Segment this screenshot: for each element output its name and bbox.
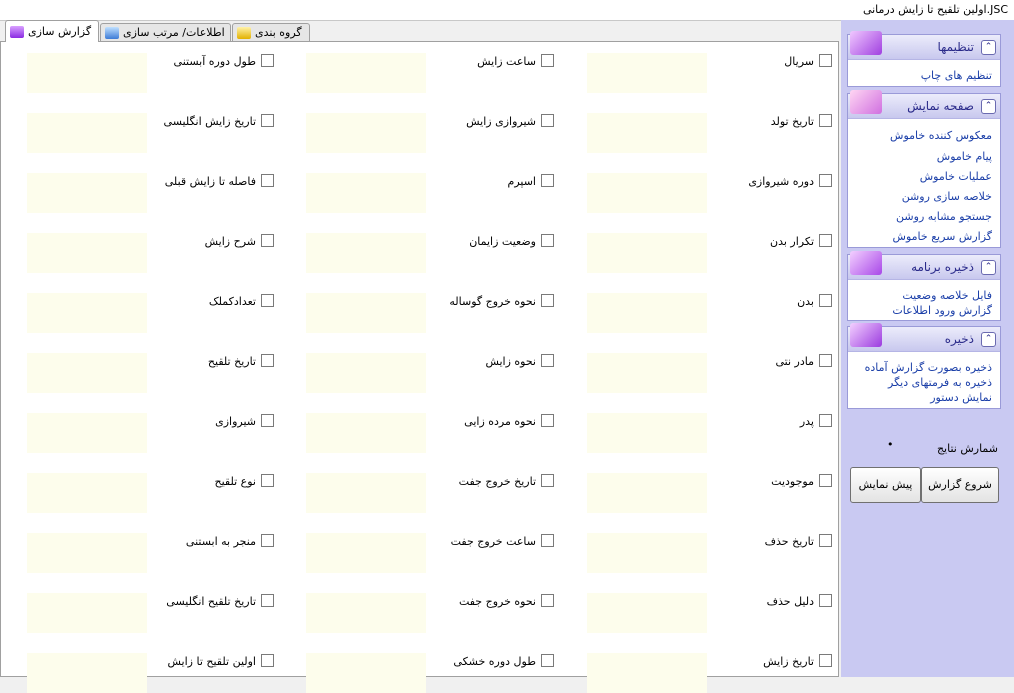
save-panel: ذخیره ⌃ ذخیره بصورت گزارش آماده ذخیره به… bbox=[847, 323, 1001, 409]
field-value-box[interactable] bbox=[27, 233, 147, 273]
field-input-box[interactable]: تاریخ تلقیح انگلیسی bbox=[1, 593, 840, 633]
display-screen-icon bbox=[850, 90, 882, 114]
field-value-box[interactable] bbox=[27, 473, 147, 513]
link-save-other-formats[interactable]: ذخیره به فرمتهای دیگر bbox=[888, 376, 992, 389]
field-value-box[interactable] bbox=[27, 653, 147, 693]
field-value-box[interactable] bbox=[27, 53, 147, 93]
group-icon bbox=[237, 26, 251, 39]
field-input-box[interactable]: تاریخ زایش انگلیسی bbox=[1, 113, 840, 153]
field-value-box[interactable] bbox=[27, 113, 147, 153]
save-program-icon bbox=[850, 251, 882, 275]
panel-title: ذخیره برنامه bbox=[911, 260, 974, 274]
field-checkbox[interactable] bbox=[261, 414, 274, 427]
link-print-settings[interactable]: تنظیم های چاپ bbox=[921, 69, 992, 82]
sidebar: تنظیمها ⌃ تنظیم های چاپ صفحه نمایش ⌃ معک… bbox=[841, 20, 1014, 677]
field-checkbox[interactable] bbox=[261, 354, 274, 367]
collapse-icon[interactable]: ⌃ bbox=[981, 99, 996, 114]
start-report-button[interactable]: شروع گزارش bbox=[921, 467, 999, 503]
collapse-icon[interactable]: ⌃ bbox=[981, 40, 996, 55]
field-input-box[interactable]: شرح زایش bbox=[1, 233, 840, 273]
field-label: اولین تلقیح تا زایش bbox=[167, 655, 256, 668]
field-checkbox[interactable] bbox=[261, 174, 274, 187]
field-checkbox[interactable] bbox=[261, 234, 274, 247]
field-checkbox[interactable] bbox=[261, 54, 274, 67]
field-label: تاریخ تلقیح انگلیسی bbox=[166, 595, 256, 608]
field-input-box[interactable]: تاریخ تلقیح bbox=[1, 353, 840, 393]
settings-panel: تنظیمها ⌃ تنظیم های چاپ bbox=[847, 31, 1001, 87]
field-label: منجر به ابستنی bbox=[185, 535, 256, 548]
panel-header[interactable]: ذخیره برنامه ⌃ bbox=[848, 251, 1000, 280]
field-value-box[interactable] bbox=[27, 353, 147, 393]
settings-gear-icon bbox=[850, 31, 882, 55]
panel-header[interactable]: صفحه نمایش ⌃ bbox=[848, 90, 1000, 119]
panel-title: صفحه نمایش bbox=[907, 99, 974, 113]
field-input-box[interactable]: فاصله تا زایش قبلی bbox=[1, 173, 840, 213]
tab-strip: گزارش سازی اطلاعات/ مرتب سازی گروه بندی bbox=[0, 20, 840, 42]
field-input-box[interactable]: طول دوره آبستنی bbox=[1, 53, 840, 93]
link-operations[interactable]: عملیات خاموش bbox=[920, 170, 992, 183]
panel-header[interactable]: تنظیمها ⌃ bbox=[848, 31, 1000, 60]
preview-button[interactable]: پیش نمایش bbox=[850, 467, 921, 503]
field-label: تاریخ تلقیح bbox=[207, 355, 256, 368]
save-program-panel: ذخیره برنامه ⌃ فایل خلاصه وضعیت گزارش ور… bbox=[847, 251, 1001, 321]
link-data-entry-report[interactable]: گزارش ورود اطلاعات bbox=[892, 304, 992, 317]
field-value-box[interactable] bbox=[27, 293, 147, 333]
collapse-icon[interactable]: ⌃ bbox=[981, 260, 996, 275]
tab-grouping[interactable]: گروه بندی bbox=[232, 23, 310, 41]
tab-label: گزارش سازی bbox=[28, 24, 92, 38]
field-label: طول دوره آبستنی bbox=[173, 55, 256, 68]
tab-label: اطلاعات/ مرتب سازی bbox=[123, 25, 225, 39]
field-input-box[interactable]: اولین تلقیح تا زایش bbox=[1, 653, 840, 693]
panel-title: تنظیمها bbox=[937, 40, 974, 54]
tab-label: گروه بندی bbox=[255, 25, 302, 39]
field-input-box[interactable]: شیروازی bbox=[1, 413, 840, 453]
tab-info-sort[interactable]: اطلاعات/ مرتب سازی bbox=[100, 23, 231, 41]
field-checkbox[interactable] bbox=[261, 474, 274, 487]
field-input-box[interactable]: منجر به ابستنی bbox=[1, 533, 840, 573]
field-checkbox[interactable] bbox=[261, 534, 274, 547]
field-label: فاصله تا زایش قبلی bbox=[164, 175, 256, 188]
field-input-box[interactable]: نوع تلقیح bbox=[1, 473, 840, 513]
field-label: شرح زایش bbox=[204, 235, 256, 248]
tab-report-building[interactable]: گزارش سازی bbox=[5, 20, 99, 42]
field-value-box[interactable] bbox=[27, 413, 147, 453]
field-label: تاریخ زایش انگلیسی bbox=[163, 115, 256, 128]
field-value-box[interactable] bbox=[27, 593, 147, 633]
field-checkbox[interactable] bbox=[261, 294, 274, 307]
report-icon bbox=[10, 25, 24, 38]
link-summarize[interactable]: خلاصه سازی روشن bbox=[902, 190, 992, 203]
display-panel: صفحه نمایش ⌃ معکوس کننده خاموش پیام خامو… bbox=[847, 90, 1001, 248]
link-save-as-ready-report[interactable]: ذخیره بصورت گزارش آماده bbox=[865, 361, 992, 374]
link-show-command[interactable]: نمایش دستور bbox=[930, 391, 992, 404]
link-similar-search[interactable]: جستجو مشابه روشن bbox=[896, 210, 992, 223]
field-value-box[interactable] bbox=[27, 533, 147, 573]
database-icon bbox=[105, 26, 119, 39]
link-message[interactable]: پیام خاموش bbox=[937, 150, 992, 163]
field-input-box[interactable]: تعدادکملک bbox=[1, 293, 840, 333]
field-checkbox[interactable] bbox=[261, 594, 274, 607]
result-count-value: • bbox=[887, 438, 894, 451]
link-quick-report[interactable]: گزارش سریع خاموش bbox=[893, 230, 992, 243]
link-reverser[interactable]: معکوس کننده خاموش bbox=[890, 129, 992, 142]
link-status-summary-file[interactable]: فایل خلاصه وضعیت bbox=[902, 289, 992, 302]
field-checkbox[interactable] bbox=[261, 654, 274, 667]
collapse-icon[interactable]: ⌃ bbox=[981, 332, 996, 347]
report-fields-panel: سریال تاریخ تولد دوره شیروازی تکرار بدن بدن م… bbox=[0, 41, 840, 693]
save-icon bbox=[850, 323, 882, 347]
panel-header[interactable]: ذخیره ⌃ bbox=[848, 323, 1000, 352]
field-value-box[interactable] bbox=[27, 173, 147, 213]
result-count-label: شمارش نتایج bbox=[936, 442, 998, 455]
title-bar: اولین تلقیح تا زایش درمانی.JSC bbox=[0, 0, 1014, 21]
field-label: نوع تلقیح bbox=[214, 475, 257, 488]
field-label: شیروازی bbox=[215, 415, 256, 428]
panel-title: ذخیره bbox=[944, 332, 974, 346]
field-checkbox[interactable] bbox=[261, 114, 274, 127]
window-title: اولین تلقیح تا زایش درمانی.JSC bbox=[862, 3, 1008, 16]
field-label: تعدادکملک bbox=[208, 295, 256, 308]
